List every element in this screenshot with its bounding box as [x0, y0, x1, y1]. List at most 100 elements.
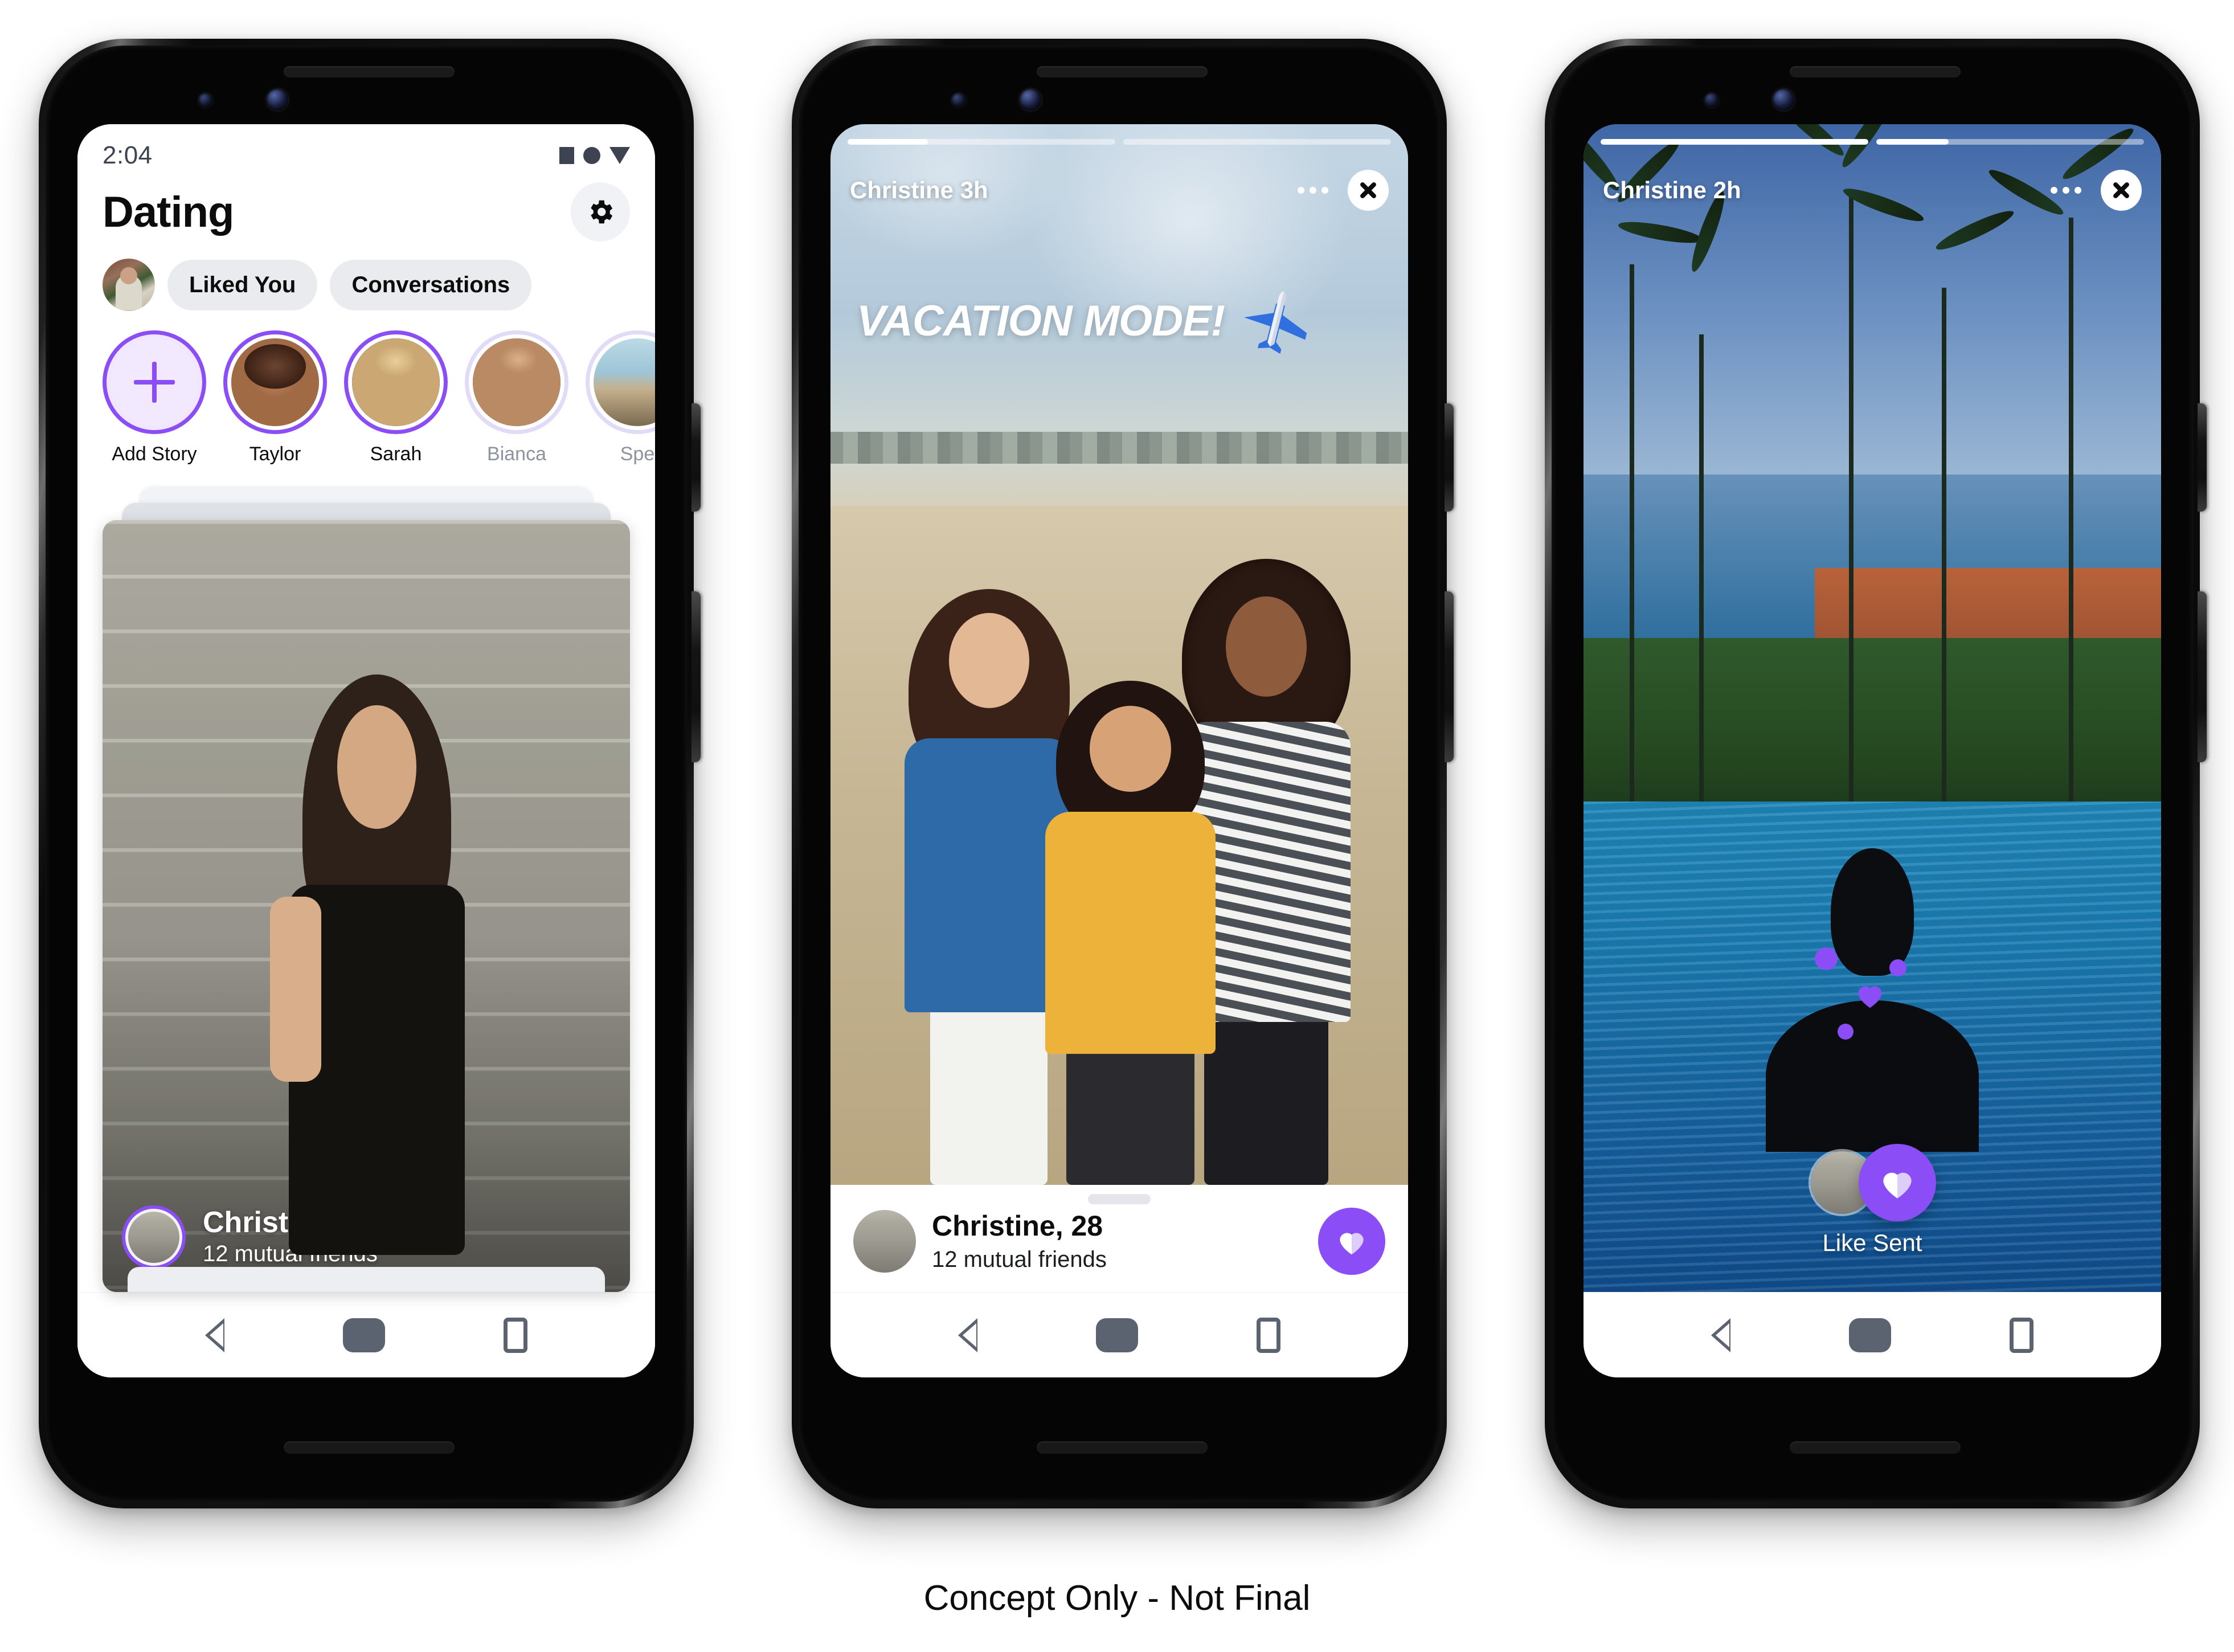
more-options-icon[interactable] [1298, 187, 1328, 194]
back-icon[interactable] [1711, 1318, 1730, 1352]
page-title: Dating [103, 187, 234, 236]
story-media[interactable]: Christine 3h VACATION MODE! [830, 124, 1408, 1185]
story-label: Add Story [112, 443, 197, 465]
phone-3-screen: Christine 2h Like Sent [1584, 124, 2161, 1377]
progress-bar-1 [848, 139, 1115, 145]
bottom-speaker [284, 1441, 455, 1454]
front-camera-sensor-icon [1704, 93, 1719, 108]
profile-card-area: Christine, 28 12 mutual friends [103, 487, 630, 1292]
pill-conversations[interactable]: Conversations [330, 259, 532, 310]
story-sarah[interactable]: Sarah [344, 330, 448, 465]
story-spe[interactable]: Spe [586, 330, 655, 465]
floating-dot-icon [1838, 1023, 1854, 1040]
floating-dot-icon [1814, 947, 1838, 971]
power-button[interactable] [2198, 403, 2207, 512]
plus-icon [111, 338, 198, 426]
story-ring-seen [586, 330, 655, 434]
close-icon[interactable] [2101, 170, 2142, 211]
profile-card[interactable]: Christine, 28 12 mutual friends [103, 520, 630, 1292]
app-header: Dating [77, 177, 655, 242]
story-top-bar: Christine 2h [1603, 170, 2142, 211]
close-icon[interactable] [1348, 170, 1389, 211]
circle-icon [583, 147, 600, 164]
heart-icon [1883, 1172, 1912, 1199]
status-icons [559, 147, 630, 164]
front-camera-lens-icon [1020, 89, 1041, 111]
story-add-story[interactable]: Add Story [103, 330, 206, 465]
avatar[interactable] [853, 1210, 916, 1273]
story-author-label: Christine 3h [850, 177, 988, 203]
power-button[interactable] [692, 403, 701, 512]
story-label: Bianca [487, 443, 546, 465]
progress-bar-1 [1601, 139, 1868, 145]
settings-button[interactable] [571, 182, 630, 242]
android-nav-bar [830, 1292, 1408, 1377]
more-options-icon[interactable] [2051, 187, 2081, 194]
like-sent-indicator: Like Sent [1584, 1144, 2161, 1257]
power-button[interactable] [1445, 403, 1454, 512]
stories-carousel[interactable]: Add Story Taylor Sarah Bianca Spe [77, 311, 655, 465]
story-thumbnail [231, 338, 319, 426]
story-media[interactable]: Christine 2h Like Sent [1584, 124, 2161, 1292]
progress-bar-2 [1876, 139, 2144, 145]
story-ring-seen [465, 330, 568, 434]
story-top-bar: Christine 3h [850, 170, 1389, 211]
bottom-speaker [1790, 1441, 1961, 1454]
status-bar: 2:04 [77, 124, 655, 177]
volume-button[interactable] [2198, 591, 2207, 762]
phone-device-1: 2:04 Dating Liked You Conversations Add … [39, 39, 701, 1508]
front-camera-sensor-icon [198, 93, 213, 108]
story-progress-bars [1601, 139, 2144, 145]
story-label: Sarah [370, 443, 422, 465]
recents-icon[interactable] [504, 1317, 527, 1353]
profile-name: Christine, 28 [932, 1209, 1103, 1242]
story-thumbnail [473, 338, 560, 426]
floating-heart-icon [1852, 977, 1888, 1012]
story-ring-unseen [344, 330, 448, 434]
home-icon[interactable] [343, 1318, 385, 1352]
android-nav-bar [77, 1292, 655, 1377]
status-time: 2:04 [103, 141, 153, 169]
home-icon[interactable] [1849, 1318, 1891, 1352]
bottom-speaker [1037, 1441, 1208, 1454]
story-ring-unseen [223, 330, 327, 434]
story-taylor[interactable]: Taylor [223, 330, 327, 465]
volume-button[interactable] [1445, 591, 1454, 762]
pill-liked-you[interactable]: Liked You [167, 259, 318, 310]
avatar[interactable] [122, 1205, 186, 1269]
story-label: Spe [620, 443, 655, 465]
story-viewer-screen: Christine 3h VACATION MODE! Christine, 2… [830, 124, 1408, 1377]
story-ring-add [103, 330, 206, 434]
earpiece-speaker [1790, 66, 1961, 77]
earpiece-speaker [1037, 66, 1208, 77]
back-icon[interactable] [205, 1318, 224, 1352]
phone-2-screen: Christine 3h VACATION MODE! Christine, 2… [830, 124, 1408, 1377]
android-nav-bar [1584, 1292, 2161, 1377]
volume-button[interactable] [692, 591, 701, 762]
avatar[interactable] [103, 259, 155, 311]
story-overlay-text: VACATION MODE! [857, 284, 1314, 358]
story-photo-pool [1584, 124, 2161, 1292]
screenshot-canvas: 2:04 Dating Liked You Conversations Add … [0, 0, 2234, 1652]
phone-device-3: Christine 2h Like Sent [1545, 39, 2207, 1508]
like-button[interactable] [1318, 1208, 1385, 1275]
back-icon[interactable] [958, 1318, 977, 1352]
story-viewer-screen: Christine 2h Like Sent [1584, 124, 2161, 1377]
square-icon [559, 147, 574, 164]
recents-icon[interactable] [1257, 1317, 1280, 1353]
front-camera-lens-icon [1773, 89, 1794, 111]
phone-device-2: Christine 3h VACATION MODE! Christine, 2… [792, 39, 1454, 1508]
like-button[interactable] [1859, 1144, 1936, 1221]
story-thumbnail [594, 338, 655, 426]
sheet-grabber[interactable] [1088, 1194, 1151, 1204]
airplane-icon [1243, 291, 1307, 354]
home-icon[interactable] [1096, 1318, 1138, 1352]
next-card-peek [128, 1267, 605, 1292]
progress-bar-2 [1123, 139, 1391, 145]
floating-dot-icon [1889, 959, 1907, 976]
dating-home-screen: 2:04 Dating Liked You Conversations Add … [77, 124, 655, 1377]
recents-icon[interactable] [2010, 1317, 2033, 1353]
vacation-mode-label: VACATION MODE! [857, 296, 1225, 345]
story-profile-sheet: Christine, 28 12 mutual friends [830, 1185, 1408, 1292]
story-bianca[interactable]: Bianca [465, 330, 568, 465]
